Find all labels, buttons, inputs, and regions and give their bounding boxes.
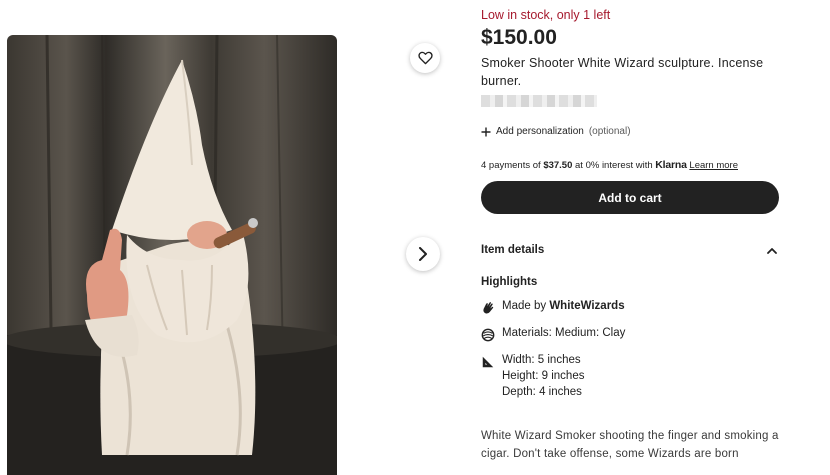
highlight-dimensions: Width: 5 inches Height: 9 inches Depth: … [481,354,584,398]
hand-wave-icon [483,302,494,314]
add-to-cart-button[interactable]: Add to cart [481,181,779,214]
klarna-middle: at 0% interest with [575,160,653,171]
highlight-made-by: Made by WhiteWizards [481,300,625,315]
item-details-heading: Item details [481,244,545,256]
blurred-shop-info [481,95,597,107]
item-description: White Wizard Smoker shooting the finger … [481,430,779,460]
personalization-optional: (optional) [588,126,631,137]
klarna-learn-more-link[interactable]: Learn more [689,160,738,171]
stock-status: Low in stock, only 1 left [481,8,611,22]
made-by-label: Made by [502,300,547,312]
price: $150.00 [481,26,557,49]
depth-text: Depth: 4 inches [502,386,582,398]
materials-icon [481,328,495,342]
description-fade [481,462,781,472]
chevron-up-icon [767,247,777,254]
chevron-right-icon [419,247,427,261]
product-image[interactable] [7,35,337,475]
klarna-prefix: 4 payments of [481,160,541,171]
ruler-triangle-icon [482,356,494,368]
width-text: Width: 5 inches [502,354,581,366]
klarna-logo: Klarna [655,159,687,171]
klarna-amount: $37.50 [543,160,573,171]
item-details-toggle[interactable]: Item details [481,244,777,256]
materials-text: Materials: Medium: Clay [502,327,626,339]
highlights-heading: Highlights [481,276,538,288]
add-personalization-link[interactable]: Add personalization (optional) [481,126,631,137]
klarna-installments: 4 payments of $37.50 at 0% interest with… [481,159,738,171]
listing-title: Smoker Shooter White Wizard sculpture. I… [481,56,764,88]
wizard-sculpture-illustration [7,35,337,475]
highlight-materials: Materials: Medium: Clay [481,327,625,342]
height-text: Height: 9 inches [502,370,585,382]
next-image-button[interactable] [406,237,440,271]
plus-icon [481,127,491,136]
favorite-button[interactable] [410,43,440,73]
maker-link[interactable]: WhiteWizards [549,300,624,312]
heart-icon [417,51,433,65]
personalization-label: Add personalization [496,126,584,137]
